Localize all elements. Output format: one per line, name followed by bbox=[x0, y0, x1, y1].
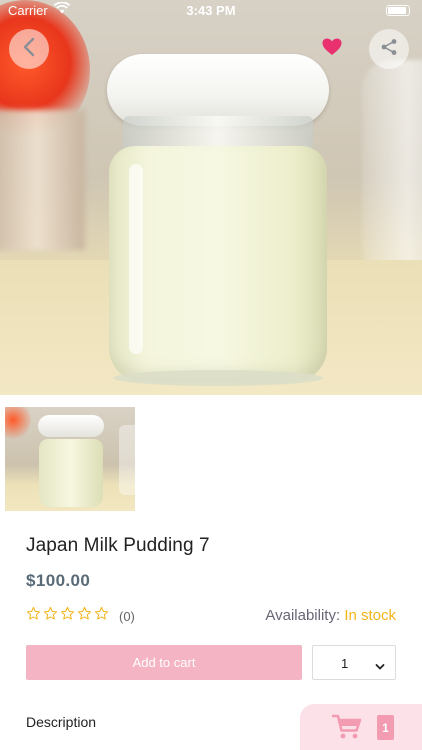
share-icon bbox=[380, 38, 398, 61]
share-button[interactable] bbox=[369, 29, 409, 69]
star-icon[interactable] bbox=[60, 606, 75, 626]
product-rating[interactable]: (0) bbox=[26, 606, 135, 626]
favorite-button[interactable] bbox=[312, 29, 352, 69]
status-bar: Carrier 3:43 PM bbox=[0, 0, 422, 22]
cart-icon bbox=[331, 714, 362, 745]
add-to-cart-button[interactable]: Add to cart bbox=[26, 645, 302, 680]
star-rating[interactable] bbox=[26, 606, 109, 626]
clock: 3:43 PM bbox=[186, 3, 236, 18]
product-hero-image bbox=[0, 0, 422, 395]
quantity-select[interactable]: 1 bbox=[312, 645, 396, 680]
product-thumbnail[interactable] bbox=[5, 407, 135, 511]
battery-icon bbox=[386, 5, 410, 16]
star-icon[interactable] bbox=[43, 606, 58, 626]
cart-button[interactable]: 1 bbox=[300, 704, 422, 750]
chevron-down-icon bbox=[375, 658, 385, 676]
chevron-left-icon bbox=[22, 37, 36, 62]
product-title: Japan Milk Pudding 7 bbox=[26, 535, 210, 556]
pudding-jar bbox=[107, 54, 329, 386]
background-glass bbox=[362, 60, 422, 280]
availability-value: In stock bbox=[344, 607, 396, 624]
star-icon[interactable] bbox=[94, 606, 109, 626]
review-count: (0) bbox=[119, 608, 135, 624]
star-icon[interactable] bbox=[26, 606, 41, 626]
product-price: $100.00 bbox=[26, 571, 91, 590]
cart-count-badge: 1 bbox=[377, 715, 394, 740]
description-heading[interactable]: Description bbox=[26, 714, 96, 730]
availability-label: Availability: bbox=[265, 607, 345, 624]
availability: Availability: In stock bbox=[265, 607, 396, 624]
back-button[interactable] bbox=[9, 29, 49, 69]
quantity-value: 1 bbox=[341, 656, 349, 671]
star-icon[interactable] bbox=[77, 606, 92, 626]
background-wood bbox=[0, 110, 85, 250]
product-detail-screen: Carrier 3:43 PM Japan Milk Pudding 7 $10… bbox=[0, 0, 422, 750]
heart-icon bbox=[322, 38, 342, 61]
